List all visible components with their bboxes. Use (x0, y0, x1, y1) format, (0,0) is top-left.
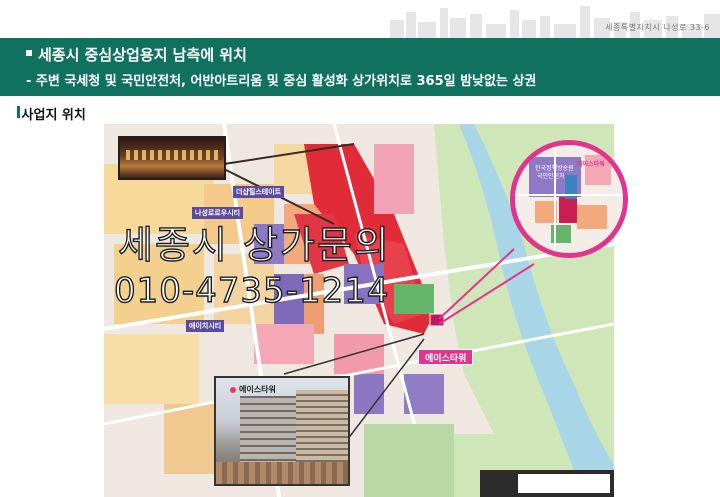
overlay-title: 세종시 상가문의 (117, 222, 391, 267)
bottom-legend-inner (518, 474, 610, 493)
street-night-photo (118, 136, 226, 180)
bottom-legend-box (480, 470, 614, 497)
site-callout-circle: 한국정책방송원 국민안전처 에이스타워 (510, 140, 628, 258)
banner-title: 세종시 중심상업용지 남측에 위치 (38, 46, 247, 64)
title-banner: 세종시 중심상업용지 남측에 위치 - 주변 국세청 및 국민안전처, 어반아트… (0, 38, 720, 96)
plaza-decoration (216, 462, 348, 484)
banner-subtitle: - 주변 국세청 및 국민안전처, 어반아트리움 및 중심 활성화 상가위치로 … (26, 74, 537, 89)
section-label: 사업지 위치 (21, 108, 86, 123)
shop-lights-decoration (126, 150, 222, 160)
callout-map (515, 145, 623, 253)
bullet-square-icon (26, 50, 32, 56)
site-label: 에이스타워 (418, 349, 474, 365)
tag-p1: 에이치시티 (186, 320, 225, 332)
tower-facade-decoration (296, 390, 348, 466)
tower-render-label: 에이스타워 (230, 384, 276, 395)
overlay-phone: 010-4735-1214 (113, 270, 390, 311)
callout-title-label: 에이스타워 (577, 161, 605, 168)
callout-building-label2: 국민안전처 (537, 173, 565, 180)
top-header: 세종특별자치시 나성로 33-6 (0, 0, 720, 38)
page-tag: 세종특별자치시 나성로 33-6 (605, 23, 710, 32)
tag-p3: 더샵힐스테이트 (233, 186, 285, 198)
tower-render-photo: 에이스타워 (214, 376, 350, 486)
